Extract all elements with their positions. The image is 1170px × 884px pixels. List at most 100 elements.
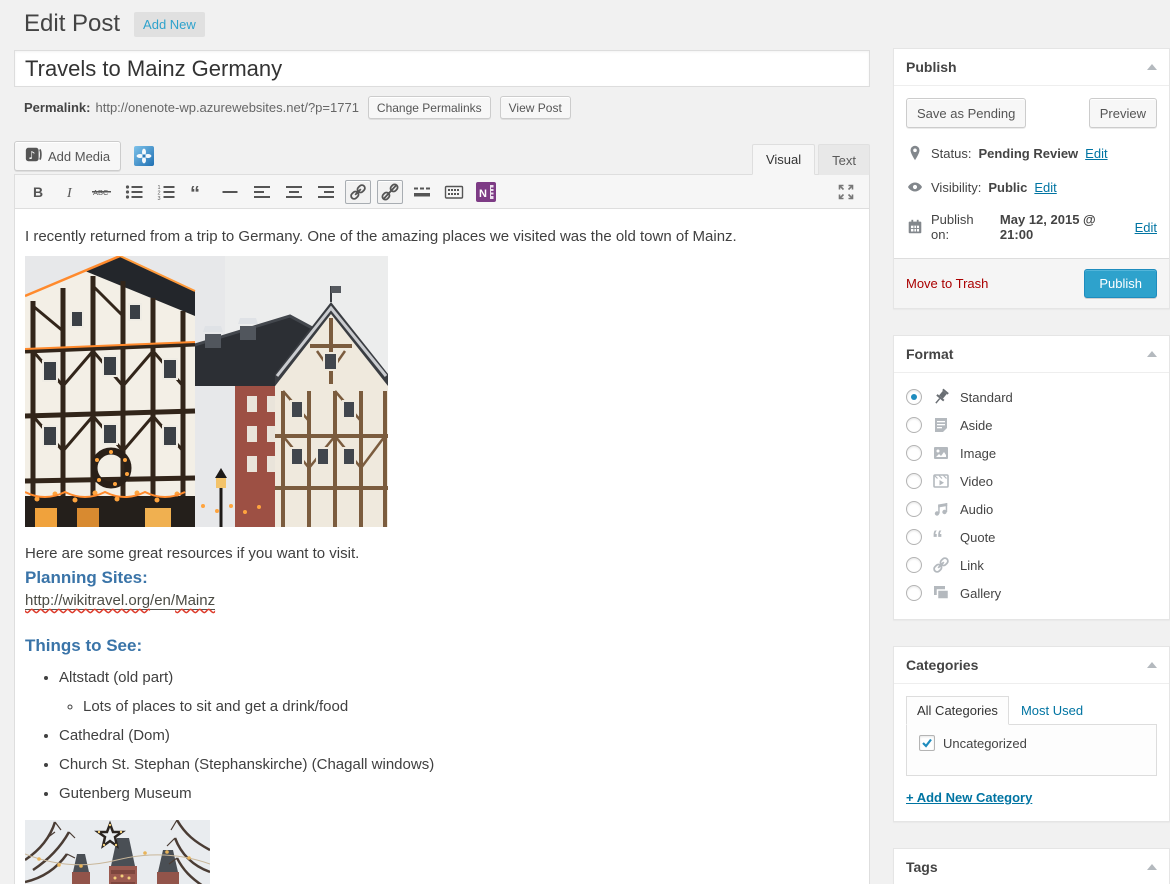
- align-left-icon[interactable]: [249, 180, 275, 204]
- save-as-pending-button[interactable]: Save as Pending: [906, 98, 1026, 128]
- page-title: Edit Post: [24, 10, 120, 38]
- collapse-icon[interactable]: [1147, 864, 1157, 870]
- format-panel-header[interactable]: Format: [894, 336, 1169, 373]
- publish-panel: Publish Save as Pending Preview Status: …: [893, 48, 1170, 309]
- list-item: Cathedral (Dom): [59, 724, 859, 748]
- unlink-icon[interactable]: [377, 180, 403, 204]
- format-option-audio[interactable]: Audio: [906, 495, 1157, 523]
- toolbar-toggle-icon[interactable]: [441, 180, 467, 204]
- bold-icon[interactable]: B: [25, 180, 51, 204]
- onenote-icon[interactable]: N: [473, 180, 499, 204]
- planning-sites-heading: Planning Sites:: [25, 568, 859, 588]
- move-to-trash-link[interactable]: Move to Trash: [906, 276, 988, 291]
- svg-text:♪: ♪: [28, 149, 35, 162]
- image-icon: [931, 443, 951, 463]
- tab-most-used[interactable]: Most Used: [1009, 697, 1095, 724]
- format-option-quote[interactable]: “ Quote: [906, 523, 1157, 551]
- add-new-category-link[interactable]: + Add New Category: [906, 790, 1032, 805]
- edit-visibility-link[interactable]: Edit: [1034, 180, 1056, 195]
- status-pin-icon: [906, 144, 924, 162]
- format-option-gallery[interactable]: Gallery: [906, 579, 1157, 607]
- format-option-standard[interactable]: Standard: [906, 383, 1157, 411]
- list-item: Gutenberg Museum: [59, 782, 859, 806]
- radio-link[interactable]: [906, 557, 922, 573]
- align-center-icon[interactable]: [281, 180, 307, 204]
- edit-status-link[interactable]: Edit: [1085, 146, 1107, 161]
- radio-standard[interactable]: [906, 389, 922, 405]
- editor-content[interactable]: I recently returned from a trip to Germa…: [15, 209, 869, 884]
- preview-button[interactable]: Preview: [1089, 98, 1157, 128]
- italic-icon[interactable]: I: [57, 180, 83, 204]
- bullet-list-icon[interactable]: [121, 180, 147, 204]
- post-image-cathedral[interactable]: [25, 820, 210, 884]
- status-row: Status: Pending Review Edit: [894, 136, 1169, 170]
- categories-panel: Categories All Categories Most Used Unca…: [893, 646, 1170, 822]
- collapse-icon[interactable]: [1147, 351, 1157, 357]
- media-note-icon: ♪: [25, 146, 42, 166]
- more-tag-icon[interactable]: [409, 180, 435, 204]
- edit-post-page: Edit Post Add New Permalink: http://onen…: [0, 0, 1170, 884]
- radio-image[interactable]: [906, 445, 922, 461]
- permalink-label: Permalink:: [24, 100, 90, 115]
- wikitravel-link[interactable]: http://wikitravel.org/en/Mainz: [25, 592, 215, 610]
- radio-gallery[interactable]: [906, 585, 922, 601]
- add-new-button[interactable]: Add New: [134, 12, 205, 37]
- numbered-list-icon[interactable]: 123: [153, 180, 179, 204]
- calendar-icon: [906, 218, 924, 236]
- aside-icon: [931, 415, 951, 435]
- svg-text:“: “: [190, 183, 200, 202]
- format-panel: Format Standard Aside Image: [893, 335, 1170, 620]
- align-right-icon[interactable]: [313, 180, 339, 204]
- radio-aside[interactable]: [906, 417, 922, 433]
- check-icon: [921, 737, 933, 749]
- publish-button[interactable]: Publish: [1084, 269, 1157, 298]
- radio-audio[interactable]: [906, 501, 922, 517]
- page-header: Edit Post Add New: [24, 10, 870, 38]
- blockquote-icon[interactable]: “: [185, 180, 211, 204]
- pushpin-icon: [931, 387, 951, 407]
- add-media-button[interactable]: ♪ Add Media: [14, 141, 121, 171]
- link-icon[interactable]: [345, 180, 371, 204]
- tab-all-categories[interactable]: All Categories: [906, 696, 1009, 725]
- collapse-icon[interactable]: [1147, 662, 1157, 668]
- category-checkbox[interactable]: [919, 735, 935, 751]
- svg-text:B: B: [33, 184, 43, 200]
- format-option-video[interactable]: Video: [906, 467, 1157, 495]
- post-title-input[interactable]: [14, 50, 870, 87]
- category-item-uncategorized[interactable]: Uncategorized: [919, 735, 1156, 751]
- list-item: Church St. Stephan (Stephanskirche) (Cha…: [59, 753, 859, 777]
- view-post-button[interactable]: View Post: [500, 96, 571, 119]
- list-subitem: Lots of places to sit and get a drink/fo…: [83, 695, 859, 719]
- visibility-eye-icon: [906, 178, 924, 196]
- radio-quote[interactable]: [906, 529, 922, 545]
- format-option-link[interactable]: Link: [906, 551, 1157, 579]
- format-option-image[interactable]: Image: [906, 439, 1157, 467]
- svg-text:“: “: [932, 527, 943, 547]
- permalink-row: Permalink: http://onenote-wp.azurewebsit…: [24, 96, 870, 119]
- post-image-old-town[interactable]: [25, 256, 388, 527]
- publish-panel-header[interactable]: Publish: [894, 49, 1169, 86]
- audio-icon: [931, 499, 951, 519]
- format-option-aside[interactable]: Aside: [906, 411, 1157, 439]
- permalink-url: http://onenote-wp.azurewebsites.net/?p=1…: [95, 100, 358, 115]
- tab-visual[interactable]: Visual: [752, 144, 815, 175]
- categories-panel-header[interactable]: Categories: [894, 647, 1169, 684]
- tab-text[interactable]: Text: [818, 144, 870, 175]
- tags-panel-header[interactable]: Tags: [894, 849, 1169, 884]
- things-to-see-heading: Things to See:: [25, 636, 859, 656]
- publish-on-value: May 12, 2015 @ 21:00: [1000, 212, 1128, 242]
- visibility-value: Public: [988, 180, 1027, 195]
- publish-on-row: Publish on: May 12, 2015 @ 21:00 Edit: [894, 204, 1169, 250]
- horizontal-rule-icon[interactable]: [217, 180, 243, 204]
- edit-publish-date-link[interactable]: Edit: [1135, 220, 1157, 235]
- collapse-icon[interactable]: [1147, 64, 1157, 70]
- svg-text:N: N: [479, 188, 487, 200]
- strikethrough-icon[interactable]: ABC: [89, 180, 115, 204]
- fullscreen-expand-icon[interactable]: [833, 180, 859, 204]
- change-permalinks-button[interactable]: Change Permalinks: [368, 96, 491, 119]
- video-icon: [931, 471, 951, 491]
- editor-toolbar: B I ABC 123 “ N: [15, 175, 869, 209]
- radio-video[interactable]: [906, 473, 922, 489]
- tags-panel: Tags Add: [893, 848, 1170, 884]
- onenote-clipper-icon[interactable]: [133, 145, 155, 167]
